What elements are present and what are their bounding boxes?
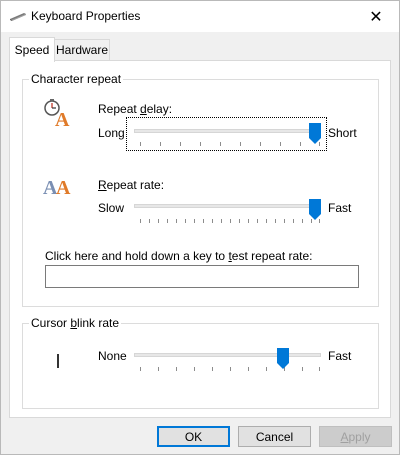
cancel-button-label: Cancel xyxy=(255,429,294,444)
repeat-delay-slider-thumb[interactable] xyxy=(309,123,321,144)
cursor-blink-max-label: Fast xyxy=(328,349,352,363)
cursor-blink-label: Cursor blink rate xyxy=(29,316,122,330)
character-repeat-group: Character repeat A Repeat delay: Long Sh… xyxy=(22,72,379,307)
repeat-delay-min-label: Long xyxy=(98,126,125,140)
tab-hardware-label: Hardware xyxy=(55,43,109,57)
cursor-blink-track xyxy=(134,353,321,357)
cursor-blink-slider-thumb[interactable] xyxy=(277,348,289,369)
tab-hardware[interactable]: Hardware xyxy=(54,39,110,60)
cursor-blink-group: Cursor blink rate None Fast xyxy=(22,316,379,409)
repeat-delay-track xyxy=(134,129,321,133)
apply-button-label: Apply xyxy=(340,429,371,444)
keyboard-icon xyxy=(9,10,27,22)
test-repeat-input[interactable] xyxy=(45,265,359,288)
repeat-rate-label: Repeat rate: xyxy=(98,178,165,192)
keyboard-properties-window: Keyboard Properties ✕ Speed Hardware Cha… xyxy=(0,0,400,455)
tab-speed-label: Speed xyxy=(14,43,50,57)
apply-button[interactable]: Apply xyxy=(319,426,392,447)
repeat-delay-ticks xyxy=(140,142,320,148)
window-title: Keyboard Properties xyxy=(31,9,141,23)
keyboard-rate-icon: A A xyxy=(43,174,79,199)
ok-button-label: OK xyxy=(184,429,203,444)
svg-text:A: A xyxy=(55,109,70,128)
repeat-rate-ticks xyxy=(140,219,320,225)
title-bar: Keyboard Properties ✕ xyxy=(1,1,399,32)
ok-button[interactable]: OK xyxy=(157,426,230,447)
tab-speed[interactable]: Speed xyxy=(9,37,55,62)
repeat-delay-label: Repeat delay: xyxy=(98,102,173,116)
repeat-rate-track xyxy=(134,204,321,208)
close-button[interactable]: ✕ xyxy=(353,1,399,32)
cursor-icon xyxy=(57,354,59,368)
svg-text:A: A xyxy=(56,177,71,198)
cancel-button[interactable]: Cancel xyxy=(238,426,311,447)
keyboard-delay-icon: A xyxy=(43,98,73,131)
cursor-blink-min-label: None xyxy=(98,349,127,363)
cursor-blink-ticks xyxy=(140,367,320,373)
repeat-delay-max-label: Short xyxy=(328,126,357,140)
close-icon: ✕ xyxy=(369,8,383,26)
repeat-rate-max-label: Fast xyxy=(328,201,352,215)
test-repeat-label: Click here and hold down a key to test r… xyxy=(45,249,313,263)
speed-tab-page: Character repeat A Repeat delay: Long Sh… xyxy=(9,60,391,418)
character-repeat-label: Character repeat xyxy=(29,72,124,86)
dialog-client: Speed Hardware Character repeat A Repeat… xyxy=(1,32,399,454)
repeat-rate-min-label: Slow xyxy=(98,201,125,215)
repeat-rate-slider-thumb[interactable] xyxy=(309,199,321,220)
